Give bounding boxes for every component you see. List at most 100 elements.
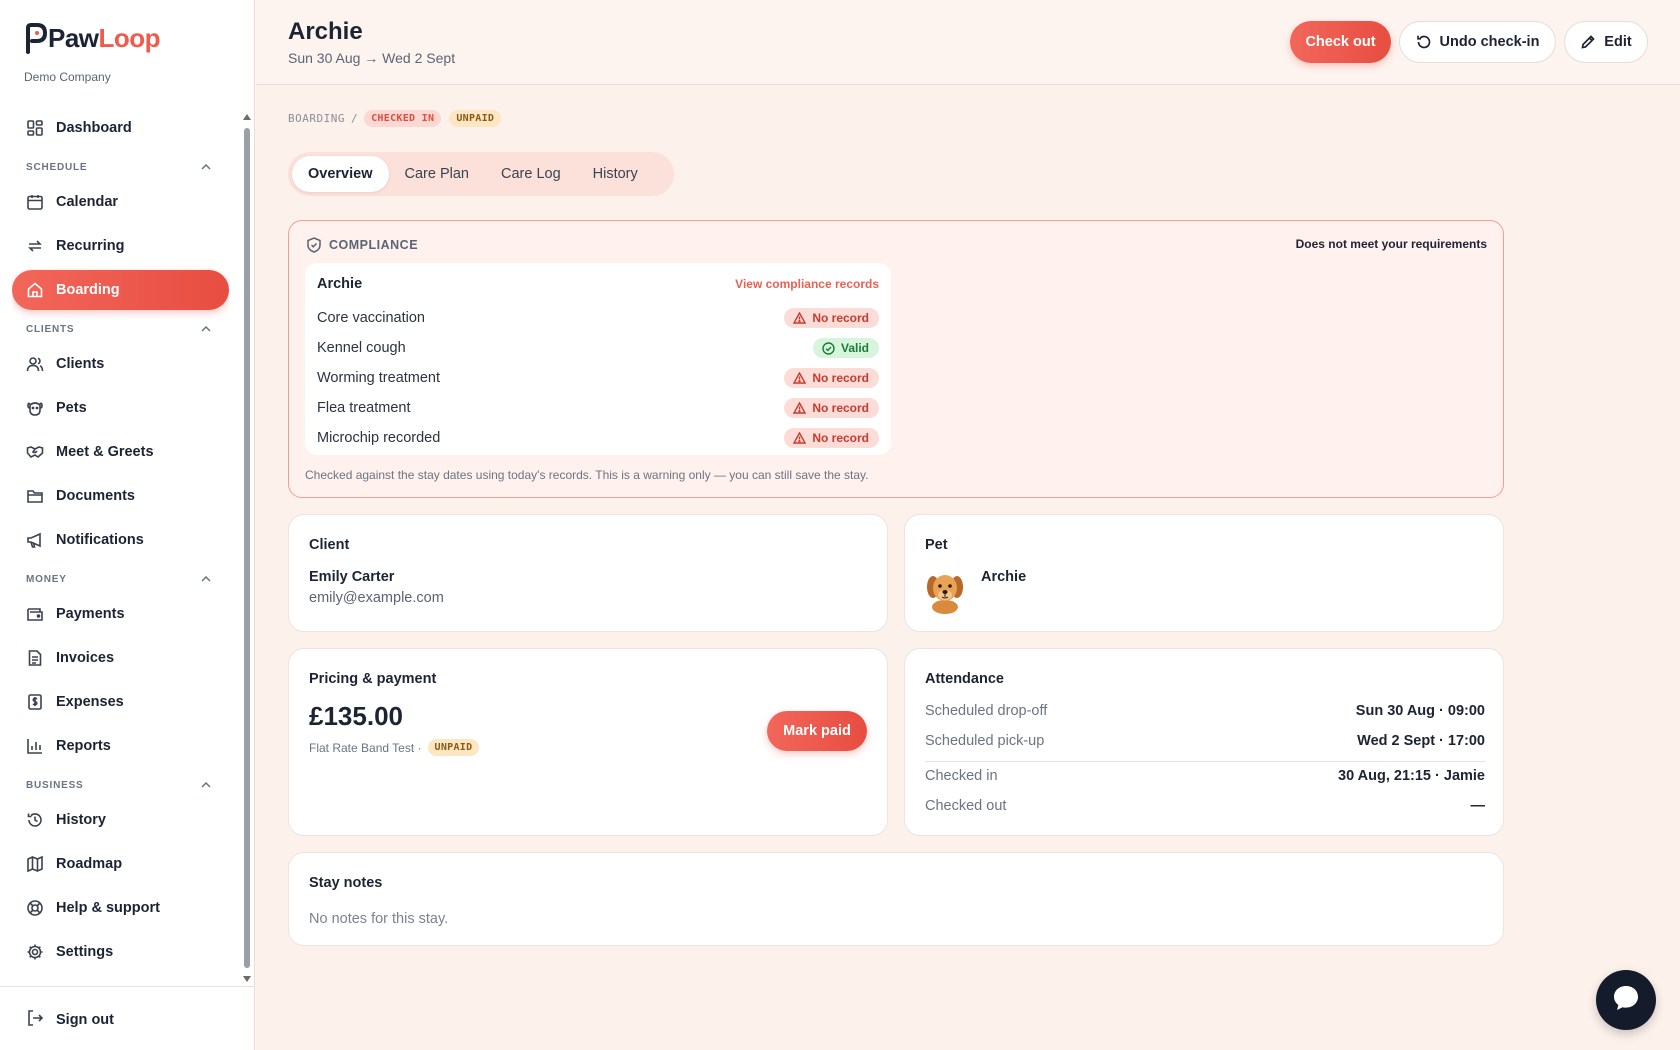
stay-notes-card: Stay notes No notes for this stay. [288, 852, 1504, 946]
section-money[interactable]: MONEY [12, 564, 229, 594]
chat-bubble-icon [1611, 983, 1641, 1018]
sidebar-item-boarding[interactable]: Boarding [12, 270, 229, 310]
warning-triangle-icon [793, 372, 807, 384]
attendance-row-pickup: Scheduled pick-up Wed 2 Sept · 17:00 [925, 733, 1485, 749]
chevron-up-icon [201, 780, 211, 791]
sidebar-item-documents[interactable]: Documents [12, 476, 229, 516]
section-label: MONEY [26, 573, 67, 585]
sidebar-item-expenses[interactable]: Expenses [12, 682, 229, 722]
breadcrumb-section[interactable]: BOARDING [288, 112, 345, 125]
scroll-down-arrow[interactable] [243, 976, 251, 982]
compliance-row: Kennel cough Valid [317, 333, 879, 363]
sidebar-item-label: Settings [56, 944, 114, 960]
sidebar-item-label: Expenses [56, 694, 124, 710]
mark-paid-label: Mark paid [783, 723, 851, 739]
sidebar-item-meet-greets[interactable]: Meet & Greets [12, 432, 229, 472]
attendance-value: Sun 30 Aug · 09:00 [1355, 703, 1485, 719]
scroll-up-arrow[interactable] [243, 114, 251, 120]
sidebar-item-invoices[interactable]: Invoices [12, 638, 229, 678]
unpaid-badge: UNPAID [427, 739, 480, 756]
section-schedule[interactable]: SCHEDULE [12, 152, 229, 182]
price-amount: £135.00 [309, 701, 403, 731]
signout-button[interactable]: Sign out [26, 1009, 114, 1031]
attendance-label: Checked out [925, 798, 1007, 814]
sidebar: Paw Loop Demo Company Dashboard SCHEDULE … [0, 0, 255, 1050]
folder-icon [26, 487, 44, 505]
sidebar-item-help[interactable]: Help & support [12, 888, 229, 928]
dashboard-icon [26, 119, 44, 137]
sidebar-item-settings[interactable]: Settings [12, 932, 229, 972]
attendance-label: Scheduled pick-up [925, 733, 1045, 749]
pet-card-title: Pet [925, 537, 948, 553]
attendance-value: — [1470, 798, 1486, 814]
sidebar-item-history[interactable]: History [12, 800, 229, 840]
sidebar-item-notifications[interactable]: Notifications [12, 520, 229, 560]
edit-label: Edit [1604, 34, 1632, 50]
client-name[interactable]: Emily Carter [309, 569, 394, 585]
section-label: SCHEDULE [26, 161, 88, 173]
compliance-heading-label: COMPLIANCE [329, 238, 419, 252]
compliance-row: Core vaccination No record [317, 303, 879, 333]
sidebar-item-label: History [56, 812, 106, 828]
dog-avatar[interactable] [925, 569, 965, 615]
breadcrumb: BOARDING / CHECKED IN UNPAID [288, 110, 509, 127]
pricing-card-title: Pricing & payment [309, 671, 437, 687]
sidebar-item-clients[interactable]: Clients [12, 344, 229, 384]
sidebar-item-dashboard[interactable]: Dashboard [12, 108, 229, 148]
pet-name[interactable]: Archie [981, 569, 1026, 585]
check-out-label: Check out [1305, 34, 1376, 50]
handshake-icon [26, 443, 44, 461]
company-name: Demo Company [24, 70, 111, 84]
tab-history[interactable]: History [577, 156, 654, 192]
sidebar-scrollbar[interactable] [243, 114, 251, 982]
attendance-row-checked-out: Checked out — [925, 798, 1485, 814]
paw-logo-icon [26, 23, 48, 54]
sidebar-item-roadmap[interactable]: Roadmap [12, 844, 229, 884]
compliance-pet-name: Archie [317, 276, 363, 292]
section-business[interactable]: BUSINESS [12, 770, 229, 800]
bar-chart-icon [26, 737, 44, 755]
sidebar-item-payments[interactable]: Payments [12, 594, 229, 634]
logout-icon [26, 1009, 44, 1031]
sidebar-item-calendar[interactable]: Calendar [12, 182, 229, 222]
section-clients[interactable]: CLIENTS [12, 314, 229, 344]
sidebar-item-label: Documents [56, 488, 135, 504]
signout-label: Sign out [56, 1012, 114, 1028]
wallet-icon [26, 605, 44, 623]
compliance-row-label: Flea treatment [317, 400, 411, 416]
sidebar-item-label: Reports [56, 738, 111, 754]
compliance-row-label: Kennel cough [317, 340, 406, 356]
sidebar-item-pets[interactable]: Pets [12, 388, 229, 428]
view-compliance-records-link[interactable]: View compliance records [735, 277, 879, 291]
breadcrumb-separator: / [350, 112, 359, 125]
chat-launcher-button[interactable] [1596, 970, 1656, 1030]
client-email[interactable]: emily@example.com [309, 590, 444, 606]
page-title: Archie [288, 18, 363, 45]
attendance-value: 30 Aug, 21:15 · Jamie [1338, 768, 1485, 784]
sidebar-item-label: Meet & Greets [56, 444, 154, 460]
tab-care-plan[interactable]: Care Plan [389, 156, 485, 192]
brand-paw: Paw [48, 22, 99, 53]
tab-care-log[interactable]: Care Log [485, 156, 577, 192]
attendance-card-title: Attendance [925, 671, 1004, 687]
compliance-row-label: Microchip recorded [317, 430, 441, 446]
client-card-title: Client [309, 537, 350, 553]
attendance-label: Checked in [925, 768, 998, 784]
mark-paid-button[interactable]: Mark paid [767, 711, 867, 751]
status-text: No record [812, 311, 869, 325]
sidebar-item-label: Pets [56, 400, 87, 416]
scroll-thumb[interactable] [244, 128, 250, 968]
attendance-row-checked-in: Checked in 30 Aug, 21:15 · Jamie [925, 768, 1485, 784]
sidebar-item-label: Recurring [56, 238, 125, 254]
undo-check-in-button[interactable]: Undo check-in [1399, 21, 1556, 63]
pawloop-logo[interactable]: Paw Loop [24, 22, 161, 54]
checked-in-badge: CHECKED IN [364, 110, 442, 127]
edit-button[interactable]: Edit [1564, 21, 1648, 63]
sidebar-item-recurring[interactable]: Recurring [12, 226, 229, 266]
warning-triangle-icon [793, 312, 807, 324]
sidebar-item-label: Dashboard [56, 120, 132, 136]
warning-triangle-icon [793, 402, 807, 414]
sidebar-item-reports[interactable]: Reports [12, 726, 229, 766]
tab-overview[interactable]: Overview [292, 156, 389, 192]
check-out-button[interactable]: Check out [1290, 21, 1391, 63]
